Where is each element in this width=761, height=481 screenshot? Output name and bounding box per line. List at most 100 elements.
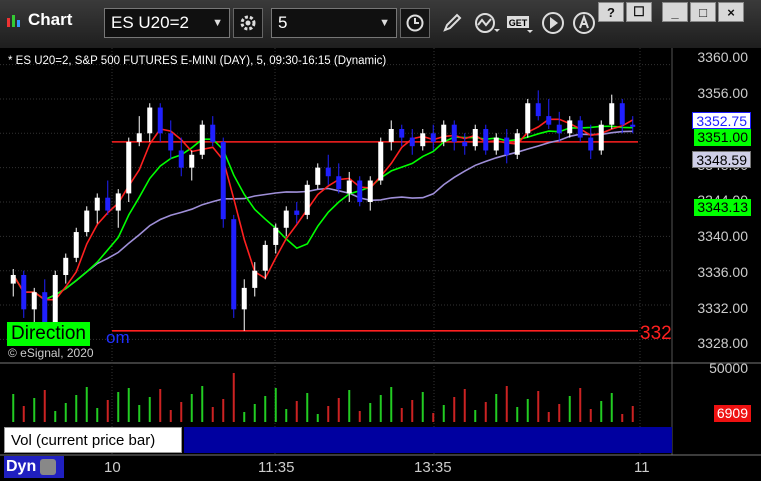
volume-study-label[interactable]: Vol (current price bar) [4,427,182,453]
candle-body [84,210,90,233]
symbol-value: ES U20=2 [111,13,189,32]
pencil-icon [443,13,462,32]
clock-icon [406,14,424,32]
maximize-window-button[interactable]: □ [690,2,716,22]
purple-line-price-label: 3348.59 [692,151,751,168]
candle-body [231,219,237,310]
overlay-level-value: 332 [640,323,672,344]
candle-body [378,141,384,181]
candle-body [598,124,604,151]
candle-body [52,275,58,323]
last-price-label: 3352.75 [692,112,751,129]
restore-icon: ☐ [633,4,645,19]
candle-body [21,275,27,310]
price-tick: 3356.00 [697,85,748,101]
candle-body [493,137,499,151]
candle-body [115,193,121,211]
settings-button[interactable] [233,8,263,38]
candle-body [514,133,520,155]
time-button[interactable] [400,8,430,38]
restore-window-button[interactable]: ☐ [626,2,652,22]
close-window-button[interactable]: × [718,2,744,22]
study-button[interactable] [472,8,502,38]
price-chart[interactable] [0,48,761,481]
app-title: Chart [6,10,72,30]
candle-body [336,176,342,190]
cursor-button[interactable] [569,8,599,38]
chart-header: * ES U20=2, S&P 500 FUTURES E-MINI (DAY)… [8,55,387,67]
close-icon: × [727,4,735,20]
candle-body [283,210,289,228]
get-data-button[interactable]: GET [506,8,534,38]
symbol-combobox[interactable]: ES U20=2 ▼ [104,8,230,38]
candle-body [619,103,625,125]
candle-body [252,270,258,288]
cursor-icon [573,12,595,34]
direction-label: Direction [7,322,90,346]
chevron-down-icon: ▼ [212,17,223,29]
copyright: © eSignal, 2020 [8,346,94,360]
help-icon: ? [607,4,615,20]
title-bar: Chart ES U20=2 ▼ 5 ▼ GET ? ☐ _ □ × [0,0,761,48]
candle-body [262,244,268,271]
dynamic-toggle[interactable]: Dyn [4,456,64,478]
candle-body [525,103,531,134]
candle-body [63,257,69,275]
candle-body [31,292,37,310]
candle-body [73,232,79,258]
candle-body [451,124,457,142]
volume-value-label: 6909 [713,405,751,422]
gear-icon [240,15,256,31]
minimize-window-button[interactable]: _ [662,2,688,22]
candle-body [42,292,48,323]
play-button[interactable] [538,8,568,38]
interval-combobox[interactable]: 5 ▼ [271,8,397,38]
time-tick: 13:35 [414,459,452,476]
minimize-icon: _ [671,4,679,20]
candle-body [315,167,321,185]
candle-body [220,141,226,220]
lower-green-price-label: 3343.13 [694,199,751,216]
draw-button[interactable] [437,8,467,38]
candle-body [294,210,300,215]
close-icon[interactable]: × [171,426,179,442]
candle-body [630,124,636,127]
candle-body [346,180,352,194]
volume-tick: 50000 [709,360,748,376]
maximize-icon: □ [699,4,707,20]
play-icon [542,12,564,34]
candle-body [588,137,594,151]
candle-body [94,197,100,211]
price-tick: 3336.00 [697,264,748,280]
candle-body [325,167,331,177]
candle-body [168,133,174,151]
candle-body [199,124,205,155]
candle-body [388,129,394,142]
candle-body [147,107,153,134]
candle-body [105,197,111,211]
candle-body [609,103,615,125]
candle-body [241,287,247,310]
price-tick: 3360.00 [697,49,748,65]
chart-app-icon [7,15,20,27]
candle-body [10,275,16,284]
help-window-button[interactable]: ? [598,2,624,22]
price-tick: 3328.00 [697,335,748,351]
candle-body [462,141,468,147]
price-tick: 3340.00 [697,228,748,244]
candle-body [189,154,195,168]
dyn-label: Dyn [6,458,37,475]
get-icon-text: GET [509,18,528,28]
candle-body [210,124,216,142]
candle-body [399,129,405,138]
candle-body [535,103,541,117]
candle-body [430,133,436,142]
get-icon: GET [507,16,533,33]
candle-body [483,129,489,151]
candle-body [556,124,562,134]
candle-body [126,141,132,194]
candle-body [273,227,279,245]
price-tick: 3332.00 [697,300,748,316]
chevron-down-icon: ▼ [379,17,390,29]
lock-icon [40,459,57,475]
